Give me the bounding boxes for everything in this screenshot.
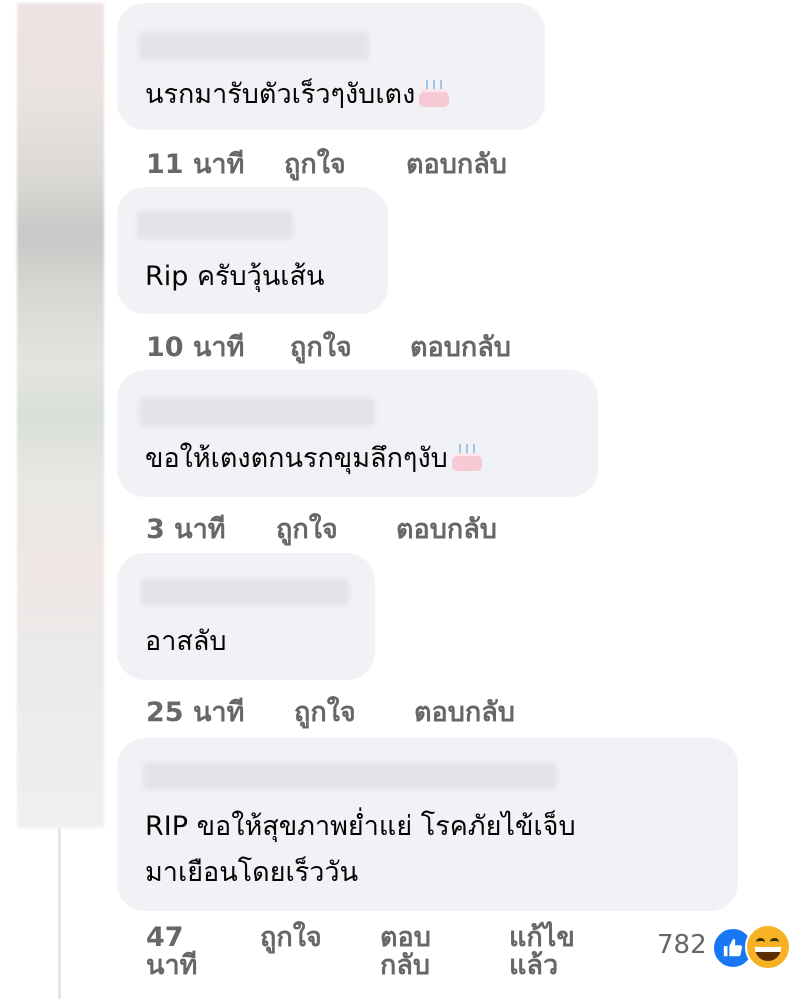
comment-timestamp[interactable]: 47 นาที xyxy=(146,924,216,980)
comment-actions: 3 นาที ถูกใจ ตอบกลับ xyxy=(146,507,566,545)
reply-button[interactable]: ตอบกลับ xyxy=(414,690,515,733)
reaction-count[interactable]: 782 xyxy=(657,930,707,960)
comment-timestamp[interactable]: 25 นาที xyxy=(146,690,244,733)
reply-button[interactable]: ตอบกลับ xyxy=(396,507,497,550)
comment-text: อาสลับ xyxy=(145,626,227,657)
comment-bubble: อาสลับ xyxy=(117,553,375,680)
commenter-name-blurred[interactable] xyxy=(137,211,293,239)
reply-button[interactable]: ตอบกลับ xyxy=(406,142,507,185)
comment-timestamp[interactable]: 11 นาที xyxy=(146,142,244,185)
edited-label[interactable]: แก้ไขแล้ว xyxy=(509,924,604,980)
commenter-name-blurred[interactable] xyxy=(139,398,375,426)
like-button[interactable]: ถูกใจ xyxy=(276,507,338,550)
like-button[interactable]: ถูกใจ xyxy=(260,924,370,952)
comment-bubble: นรกมารับตัวเร็วๆงับเตง xyxy=(117,3,545,130)
like-button[interactable]: ถูกใจ xyxy=(294,690,356,733)
blurred-avatar-column xyxy=(17,3,104,828)
comment-bubble: ขอให้เตงตกนรกขุมลึกๆงับ xyxy=(117,370,598,497)
haha-reaction-icon[interactable] xyxy=(745,924,791,970)
comment-bubble: Rip ครับวุ้นเส้น xyxy=(117,187,388,314)
like-button[interactable]: ถูกใจ xyxy=(290,325,352,368)
birthday-cake-icon xyxy=(417,79,451,109)
reply-button[interactable]: ตอบกลับ xyxy=(380,924,460,980)
comment-text: นรกมารับตัวเร็วๆงับเตง xyxy=(145,78,451,112)
comment-text: ขอให้เตงตกนรกขุมลึกๆงับ xyxy=(145,442,484,476)
comment-text-line-1: RIP ขอให้สุขภาพย่ำแย่ โรคภัยไข้เจ็บ xyxy=(145,811,576,842)
comment-actions: 11 นาที ถูกใจ ตอบกลับ xyxy=(146,142,566,180)
comment-bubble: RIP ขอให้สุขภาพย่ำแย่ โรคภัยไข้เจ็บ มาเย… xyxy=(117,738,738,911)
reply-button[interactable]: ตอบกลับ xyxy=(410,325,511,368)
like-button[interactable]: ถูกใจ xyxy=(284,142,346,185)
birthday-cake-icon xyxy=(450,443,484,473)
comment-text: Rip ครับวุ้นเส้น xyxy=(145,261,325,292)
reply-thread-line xyxy=(58,828,61,999)
comment-actions: 10 นาที ถูกใจ ตอบกลับ xyxy=(146,325,566,363)
comment-timestamp[interactable]: 10 นาที xyxy=(146,325,244,368)
comment-actions: 25 นาที ถูกใจ ตอบกลับ xyxy=(146,690,566,728)
commenter-name-blurred[interactable] xyxy=(143,762,557,790)
comment-timestamp[interactable]: 3 นาที xyxy=(146,507,226,550)
commenter-name-blurred[interactable] xyxy=(139,32,369,60)
comment-text-line-2: มาเยือนโดยเร็ววัน xyxy=(145,857,359,888)
commenter-name-blurred[interactable] xyxy=(141,578,349,606)
